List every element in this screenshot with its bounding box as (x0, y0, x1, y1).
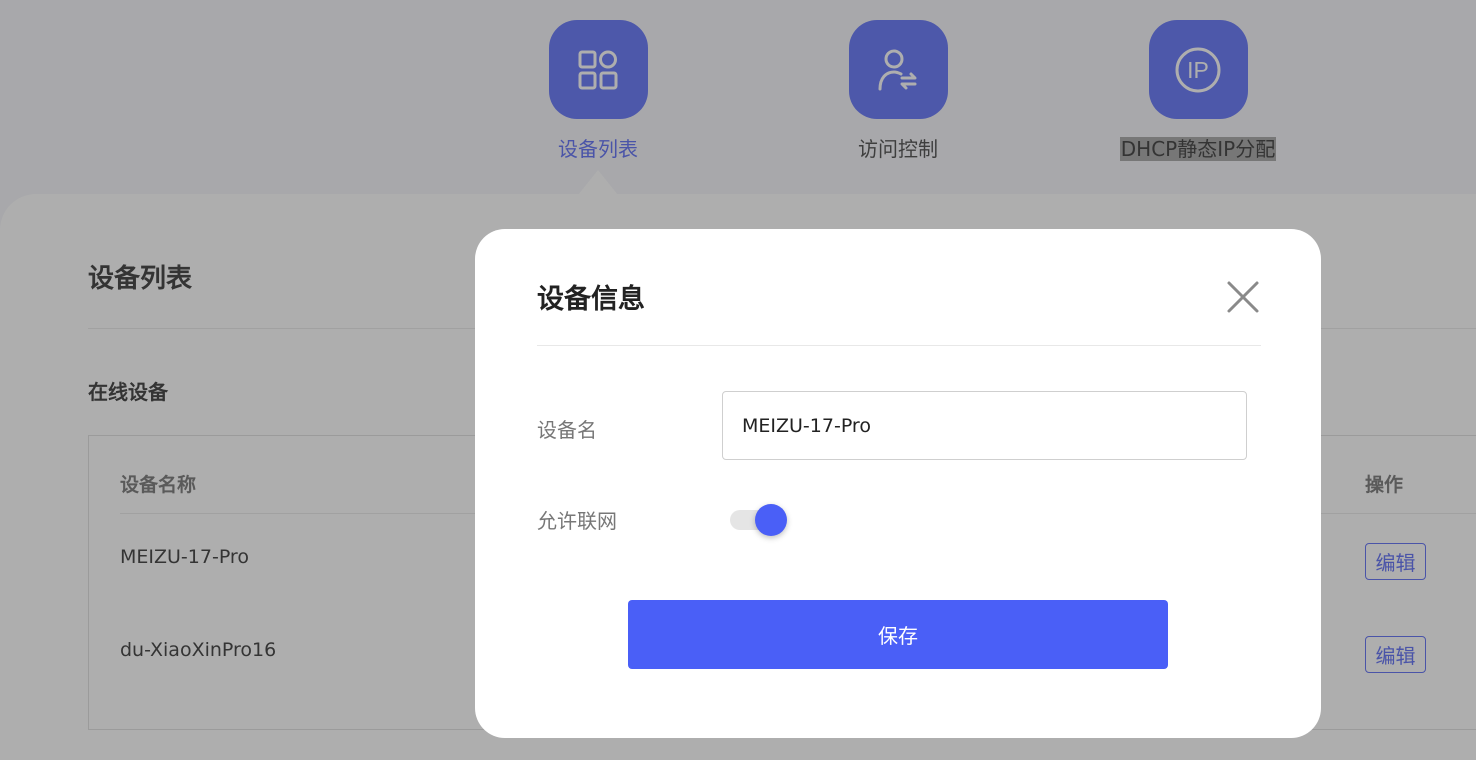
dialog-title: 设备信息 (537, 284, 645, 315)
device-name-input[interactable] (722, 391, 1247, 460)
device-name-label: 设备名 (537, 418, 597, 442)
device-info-dialog: 设备信息 设备名 允许联网 保存 (475, 229, 1321, 738)
allow-internet-toggle[interactable] (730, 503, 788, 537)
allow-internet-label: 允许联网 (537, 509, 617, 533)
toggle-knob (755, 504, 787, 536)
dialog-divider (537, 345, 1261, 346)
save-button[interactable]: 保存 (628, 600, 1168, 669)
close-icon[interactable] (1223, 277, 1263, 317)
